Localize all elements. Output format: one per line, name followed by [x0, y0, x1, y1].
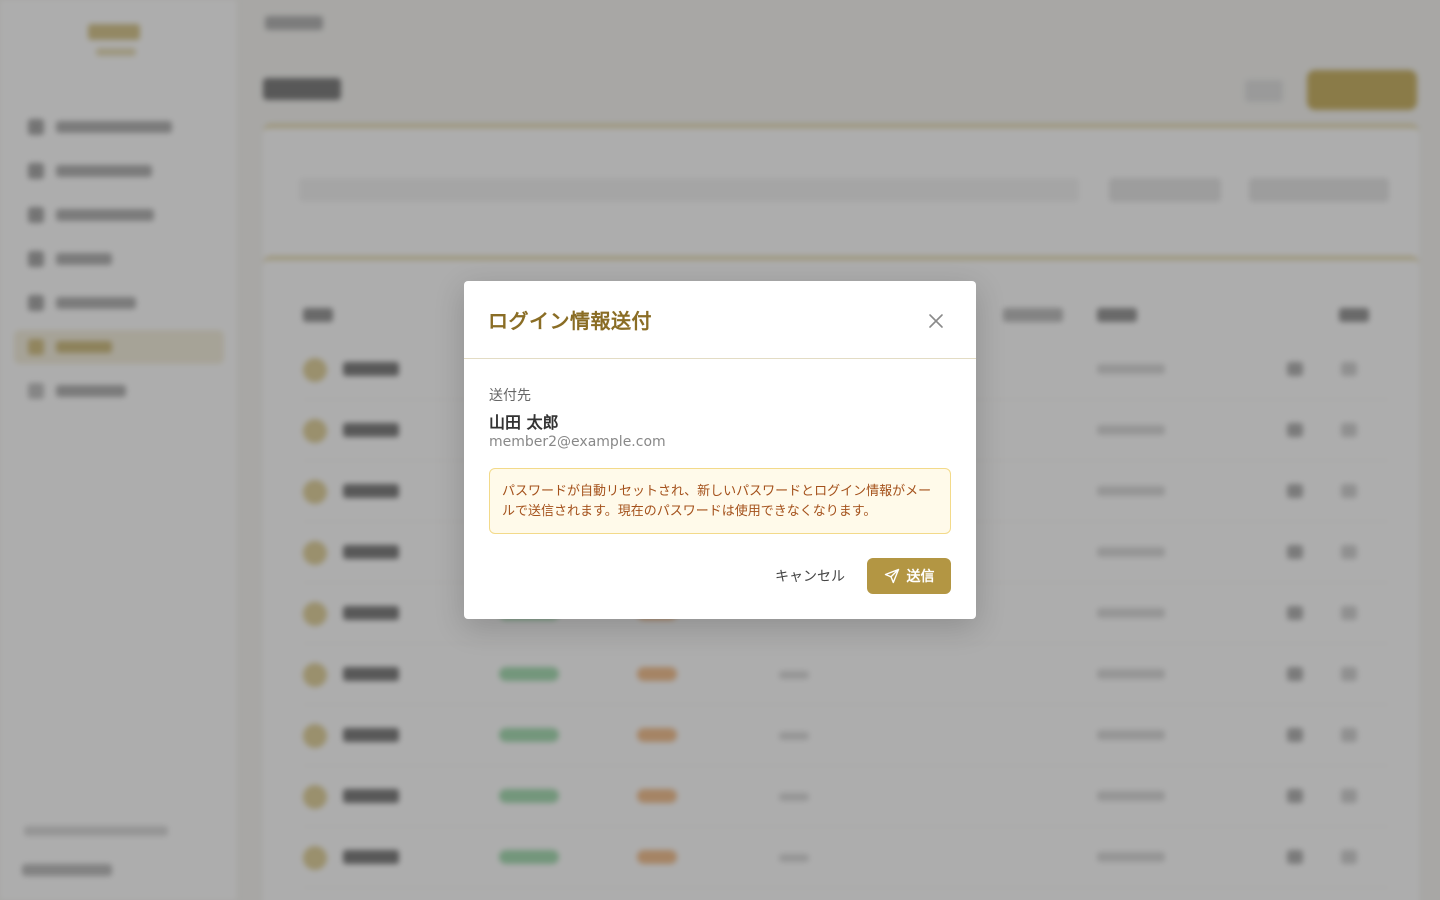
dialog-title: ログイン情報送付 [488, 309, 652, 333]
password-reset-notice: パスワードが自動リセットされ、新しいパスワードとログイン情報がメールで送信されま… [489, 468, 951, 534]
dialog-header: ログイン情報送付 [464, 281, 976, 359]
close-icon [929, 314, 943, 328]
recipient-email: member2@example.com [489, 434, 666, 450]
recipient-label: 送付先 [489, 388, 531, 404]
recipient-name: 山田 太郎 [489, 413, 559, 432]
send-button[interactable]: 送信 [867, 558, 951, 594]
cancel-button[interactable]: キャンセル [766, 558, 854, 594]
login-info-dialog: ログイン情報送付 送付先 山田 太郎 member2@example.com パ… [464, 281, 976, 619]
send-icon [884, 568, 899, 584]
send-button-label: 送信 [906, 569, 935, 585]
close-button[interactable] [922, 307, 950, 335]
